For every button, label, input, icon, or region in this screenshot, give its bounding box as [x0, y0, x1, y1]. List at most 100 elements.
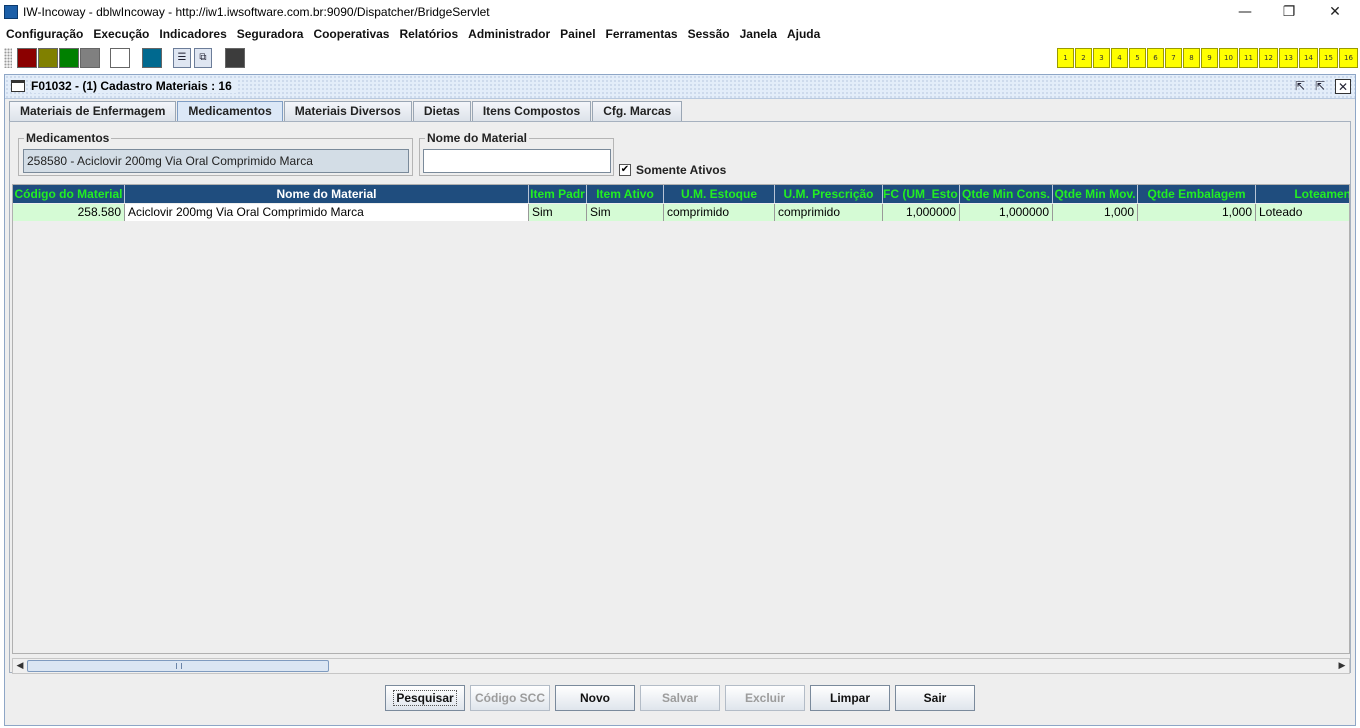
- medicamentos-label: Medicamentos: [24, 131, 112, 145]
- window-number-button[interactable]: 6: [1147, 48, 1164, 68]
- window-number-button[interactable]: 10: [1219, 48, 1238, 68]
- window-number-button[interactable]: 16: [1339, 48, 1358, 68]
- col-item-padrao[interactable]: Item Padr: [529, 185, 587, 203]
- toolbar-grip[interactable]: [4, 48, 12, 68]
- excluir-button[interactable]: Excluir: [725, 685, 805, 711]
- color-swatch-darkred[interactable]: [17, 48, 37, 68]
- window-number-button[interactable]: 7: [1165, 48, 1182, 68]
- window-number-button[interactable]: 12: [1259, 48, 1278, 68]
- tab-dietas[interactable]: Dietas: [412, 101, 471, 121]
- window-number-button[interactable]: 3: [1093, 48, 1110, 68]
- frame-title-bar[interactable]: F01032 - (1) Cadastro Materiais : 16 ⇱ ⇱…: [5, 75, 1355, 99]
- tab-itens-compostos[interactable]: Itens Compostos: [471, 101, 592, 121]
- somente-ativos-checkbox[interactable]: ✔: [619, 164, 631, 176]
- window-number-button[interactable]: 14: [1299, 48, 1318, 68]
- menu-ajuda[interactable]: Ajuda: [783, 24, 826, 44]
- color-swatch-dark[interactable]: [225, 48, 245, 68]
- window-number-button[interactable]: 8: [1183, 48, 1200, 68]
- col-fc[interactable]: FC (UM_Esto: [883, 185, 960, 203]
- col-um-prescricao[interactable]: U.M. Prescrição: [775, 185, 883, 203]
- window-number-button[interactable]: 5: [1129, 48, 1146, 68]
- tab-materiais-enfermagem[interactable]: Materiais de Enfermagem: [9, 101, 177, 121]
- window-number-button[interactable]: 13: [1279, 48, 1298, 68]
- limpar-label: Limpar: [829, 691, 870, 705]
- menu-indicadores[interactable]: Indicadores: [155, 24, 232, 44]
- limpar-button[interactable]: Limpar: [810, 685, 890, 711]
- frame-title: F01032 - (1) Cadastro Materiais : 16: [31, 79, 236, 93]
- window-title-bar: IW-Incoway - dblwIncoway - http://iw1.iw…: [0, 0, 1360, 24]
- close-frame-icon[interactable]: ✕: [1335, 79, 1351, 94]
- medicamentos-group: Medicamentos 258580 - Aciclovir 200mg Vi…: [18, 131, 413, 176]
- nome-material-label: Nome do Material: [425, 131, 530, 145]
- minimize-icon[interactable]: —: [1222, 0, 1268, 24]
- color-swatch-gray[interactable]: [80, 48, 100, 68]
- col-codigo-material[interactable]: Código do Material: [13, 185, 125, 203]
- tab-materiais-diversos[interactable]: Materiais Diversos: [283, 101, 412, 121]
- horizontal-scrollbar[interactable]: ◀ ▶: [12, 658, 1350, 674]
- color-swatch-white[interactable]: [110, 48, 130, 68]
- restore-icon[interactable]: ❐: [1266, 0, 1312, 24]
- col-loteamento[interactable]: Loteamen: [1256, 185, 1349, 203]
- menu-painel[interactable]: Painel: [556, 24, 601, 44]
- menu-relatorios[interactable]: Relatórios: [395, 24, 464, 44]
- windows-icon[interactable]: ⧉: [194, 48, 212, 68]
- tab-cfg-marcas[interactable]: Cfg. Marcas: [592, 101, 683, 121]
- col-um-estoque[interactable]: U.M. Estoque: [664, 185, 775, 203]
- nome-material-group: Nome do Material: [419, 131, 614, 176]
- cell-codigo: 258.580: [13, 204, 125, 221]
- menu-cooperativas[interactable]: Cooperativas: [309, 24, 395, 44]
- pesquisar-button[interactable]: Pesquisar: [385, 685, 465, 711]
- window-number-button[interactable]: 1: [1057, 48, 1074, 68]
- window-number-button[interactable]: 11: [1239, 48, 1258, 68]
- scroll-right-icon[interactable]: ▶: [1335, 659, 1349, 673]
- scroll-left-icon[interactable]: ◀: [13, 659, 27, 673]
- col-qtde-min-mov[interactable]: Qtde Min Mov.: [1053, 185, 1138, 203]
- window-number-button[interactable]: 4: [1111, 48, 1128, 68]
- window-number-button[interactable]: 2: [1075, 48, 1092, 68]
- cell-loteamento: Loteado: [1256, 204, 1349, 221]
- color-swatch-olive[interactable]: [38, 48, 58, 68]
- menu-janela[interactable]: Janela: [736, 24, 783, 44]
- cell-qtde-min-cons: 1,000000: [960, 204, 1053, 221]
- col-item-ativo[interactable]: Item Ativo: [587, 185, 664, 203]
- nome-material-input[interactable]: [423, 149, 611, 173]
- table-row[interactable]: 258.580 Aciclovir 200mg Via Oral Comprim…: [13, 204, 1349, 221]
- cell-qtde-embalagem: 1,000: [1138, 204, 1256, 221]
- window-number-button[interactable]: 15: [1319, 48, 1338, 68]
- scrollbar-thumb[interactable]: [27, 660, 329, 672]
- scroll-grip-icon: [176, 663, 182, 669]
- codigo-scc-label: Código SCC: [475, 691, 545, 705]
- col-nome-material[interactable]: Nome do Material: [125, 185, 529, 203]
- medicamentos-panel: Medicamentos 258580 - Aciclovir 200mg Vi…: [9, 121, 1351, 674]
- close-icon[interactable]: ✕: [1312, 0, 1358, 24]
- cadastro-materiais-window: F01032 - (1) Cadastro Materiais : 16 ⇱ ⇱…: [4, 74, 1356, 726]
- sair-button[interactable]: Sair: [895, 685, 975, 711]
- medicamentos-field[interactable]: 258580 - Aciclovir 200mg Via Oral Compri…: [23, 149, 409, 173]
- window-number-button[interactable]: 9: [1201, 48, 1218, 68]
- menu-administrador[interactable]: Administrador: [464, 24, 556, 44]
- col-qtde-embalagem[interactable]: Qtde Embalagem: [1138, 185, 1256, 203]
- menu-seguradora[interactable]: Seguradora: [233, 24, 310, 44]
- tree-icon[interactable]: ☰: [173, 48, 191, 68]
- cell-um-prescricao: comprimido: [775, 204, 883, 221]
- tab-medicamentos[interactable]: Medicamentos: [177, 101, 283, 121]
- menu-configuracao[interactable]: Configuração: [2, 24, 89, 44]
- col-qtde-min-cons[interactable]: Qtde Min Cons.: [960, 185, 1053, 203]
- app-icon: [4, 5, 18, 19]
- toolbar: ☰ ⧉ 1 2 3 4 5 6 7 8 9 10 11 12 13 14 15 16: [0, 44, 1360, 72]
- color-swatch-teal[interactable]: [142, 48, 162, 68]
- menu-sessao[interactable]: Sessão: [684, 24, 736, 44]
- somente-ativos-label[interactable]: Somente Ativos: [636, 163, 726, 177]
- menu-execucao[interactable]: Execução: [89, 24, 155, 44]
- materials-table: Código do Material Nome do Material Item…: [12, 184, 1350, 654]
- excluir-label: Excluir: [744, 691, 786, 705]
- salvar-button[interactable]: Salvar: [640, 685, 720, 711]
- color-swatch-green[interactable]: [59, 48, 79, 68]
- novo-label: Novo: [580, 691, 610, 705]
- novo-button[interactable]: Novo: [555, 685, 635, 711]
- cell-qtde-min-mov: 1,000: [1053, 204, 1138, 221]
- menu-ferramentas[interactable]: Ferramentas: [602, 24, 684, 44]
- codigo-scc-button[interactable]: Código SCC: [470, 685, 550, 711]
- minimize-frame-icon[interactable]: ⇱: [1292, 79, 1308, 94]
- maximize-frame-icon[interactable]: ⇱: [1312, 79, 1328, 94]
